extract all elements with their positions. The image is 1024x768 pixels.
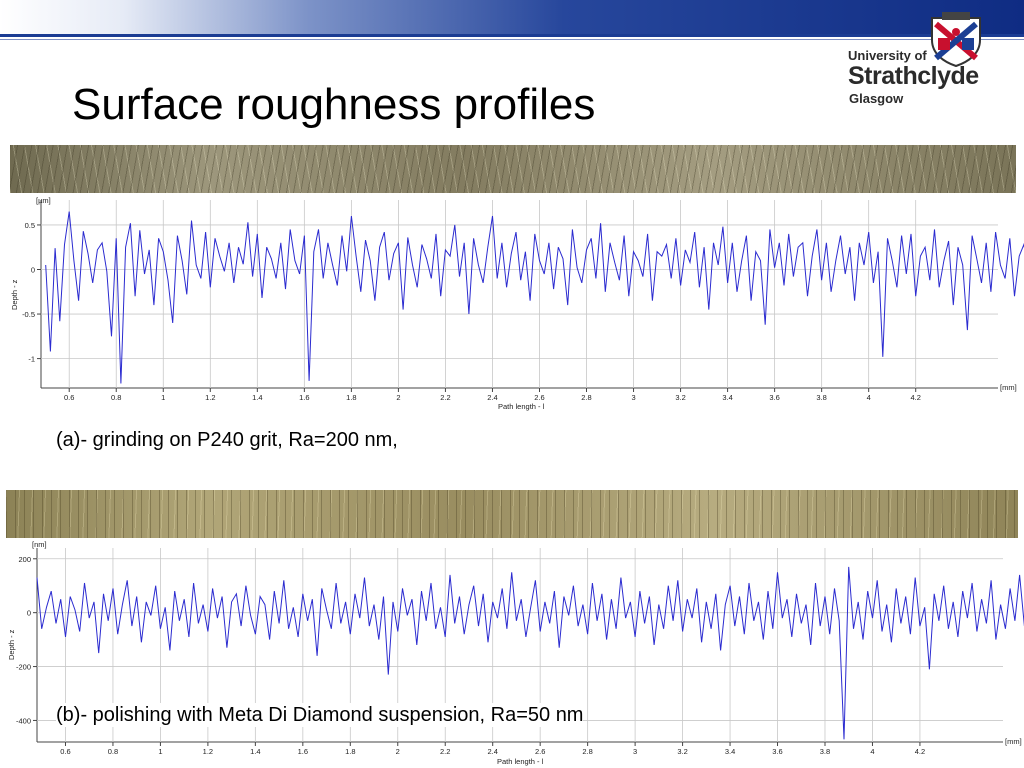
chart-a-x-tick-label: 3 [631, 393, 635, 402]
chart-b-x-tick-label: 3.6 [772, 747, 782, 756]
chart-a-x-tick-label: 2.6 [534, 393, 544, 402]
chart-b-x-tick-label: 0.8 [108, 747, 118, 756]
chart-b-x-tick-label: 3 [633, 747, 637, 756]
chart-a-x-tick-label: 3.8 [816, 393, 826, 402]
chart-b-x-tick-label: 2.8 [582, 747, 592, 756]
chart-a-y-tick-label: 0.5 [25, 221, 35, 230]
logo-text-city: Glasgow [849, 91, 904, 106]
chart-b-y-tick-label: 200 [18, 555, 31, 564]
chart-a-x-tick-label: 1 [161, 393, 165, 402]
chart-a-profile-line [45, 211, 1024, 384]
chart-a-x-tick-label: 1.2 [205, 393, 215, 402]
chart-a-x-tick-label: 1.8 [346, 393, 356, 402]
chart-a-x-tick-label: 3.4 [722, 393, 732, 402]
chart-a-x-tick-label: 3.2 [675, 393, 685, 402]
chart-b-x-tick-label: 2 [396, 747, 400, 756]
chart-a-ticks: 0.6 0.8 1 1.2 1.4 1.6 1.8 2 2.2 2.4 2.6 2.8 3 3.2 3.4 3… [22, 221, 921, 402]
caption-b: (b)- polishing with Meta Di Diamond susp… [56, 703, 584, 727]
chart-a-x-tick-label: 1.6 [299, 393, 309, 402]
chart-b-x-tick-label: 1.8 [345, 747, 355, 756]
chart-a-y-tick-label: -1 [28, 355, 35, 364]
chart-b-x-tick-label: 2.6 [535, 747, 545, 756]
chart-b-y-tick-label: -400 [16, 716, 31, 725]
chart-a-x-tick-label: 4 [867, 393, 871, 402]
roughness-chart-b: 0.6 0.8 1 1.2 1.4 1.6 1.8 2 2.2 2.4 2.6 2.8 3 3.2 3.4 3… [7, 540, 1024, 766]
chart-b-x-tick-label: 3.8 [820, 747, 830, 756]
chart-a-x-tick-label: 2.2 [440, 393, 450, 402]
chart-b-x-tick-label: 0.6 [60, 747, 70, 756]
chart-a-y-unit: [µm] [36, 196, 51, 205]
chart-b-y-tick-label: -200 [16, 663, 31, 672]
university-logo: University of Strathclyde Glasgow [848, 12, 988, 108]
chart-a-x-tick-label: 2.8 [581, 393, 591, 402]
chart-b-y-unit: [nm] [32, 540, 47, 549]
chart-b-y-label: Depth - z [7, 629, 16, 660]
micrograph-image-a [10, 145, 1016, 193]
chart-b-x-tick-label: 4 [870, 747, 874, 756]
chart-b-x-tick-label: 1.4 [250, 747, 260, 756]
chart-b-y-tick-label: 0 [27, 609, 31, 618]
micrograph-image-b [6, 490, 1018, 538]
caption-a: (a)- grinding on P240 grit, Ra=200 nm, [56, 429, 398, 451]
chart-a-x-tick-label: 4.2 [910, 393, 920, 402]
chart-b-x-tick-label: 3.4 [725, 747, 735, 756]
chart-b-x-tick-label: 4.2 [915, 747, 925, 756]
logo-text-university: University of [848, 48, 927, 63]
chart-b-x-tick-label: 1 [158, 747, 162, 756]
chart-a-x-tick-label: 2 [396, 393, 400, 402]
chart-a-x-tick-label: 1.4 [252, 393, 262, 402]
chart-a-x-tick-label: 0.8 [111, 393, 121, 402]
chart-a-y-tick-label: 0 [31, 265, 35, 274]
chart-b-x-tick-label: 2.2 [440, 747, 450, 756]
chart-a-y-tick-label: -0.5 [22, 310, 35, 319]
chart-a-y-label: Depth - z [10, 279, 19, 310]
chart-a-x-tick-label: 0.6 [64, 393, 74, 402]
chart-b-x-unit: [mm] [1005, 737, 1022, 746]
chart-b-x-tick-label: 3.2 [677, 747, 687, 756]
chart-b-x-tick-label: 1.2 [203, 747, 213, 756]
chart-b-x-label: Path length - l [497, 757, 544, 766]
chart-a-x-label: Path length - l [498, 402, 545, 411]
chart-b-x-tick-label: 1.6 [298, 747, 308, 756]
logo-text-name: Strathclyde [848, 62, 979, 90]
roughness-chart-a: 0.6 0.8 1 1.2 1.4 1.6 1.8 2 2.2 2.4 2.6 2.8 3 3.2 3.4 3… [10, 196, 1024, 411]
chart-b-x-tick-label: 2.4 [487, 747, 497, 756]
chart-a-x-tick-label: 2.4 [487, 393, 497, 402]
chart-a-x-unit: [mm] [1000, 383, 1017, 392]
chart-a-x-tick-label: 3.6 [769, 393, 779, 402]
slide-title: Surface roughness profiles [72, 80, 596, 129]
university-crest-icon [931, 12, 981, 68]
